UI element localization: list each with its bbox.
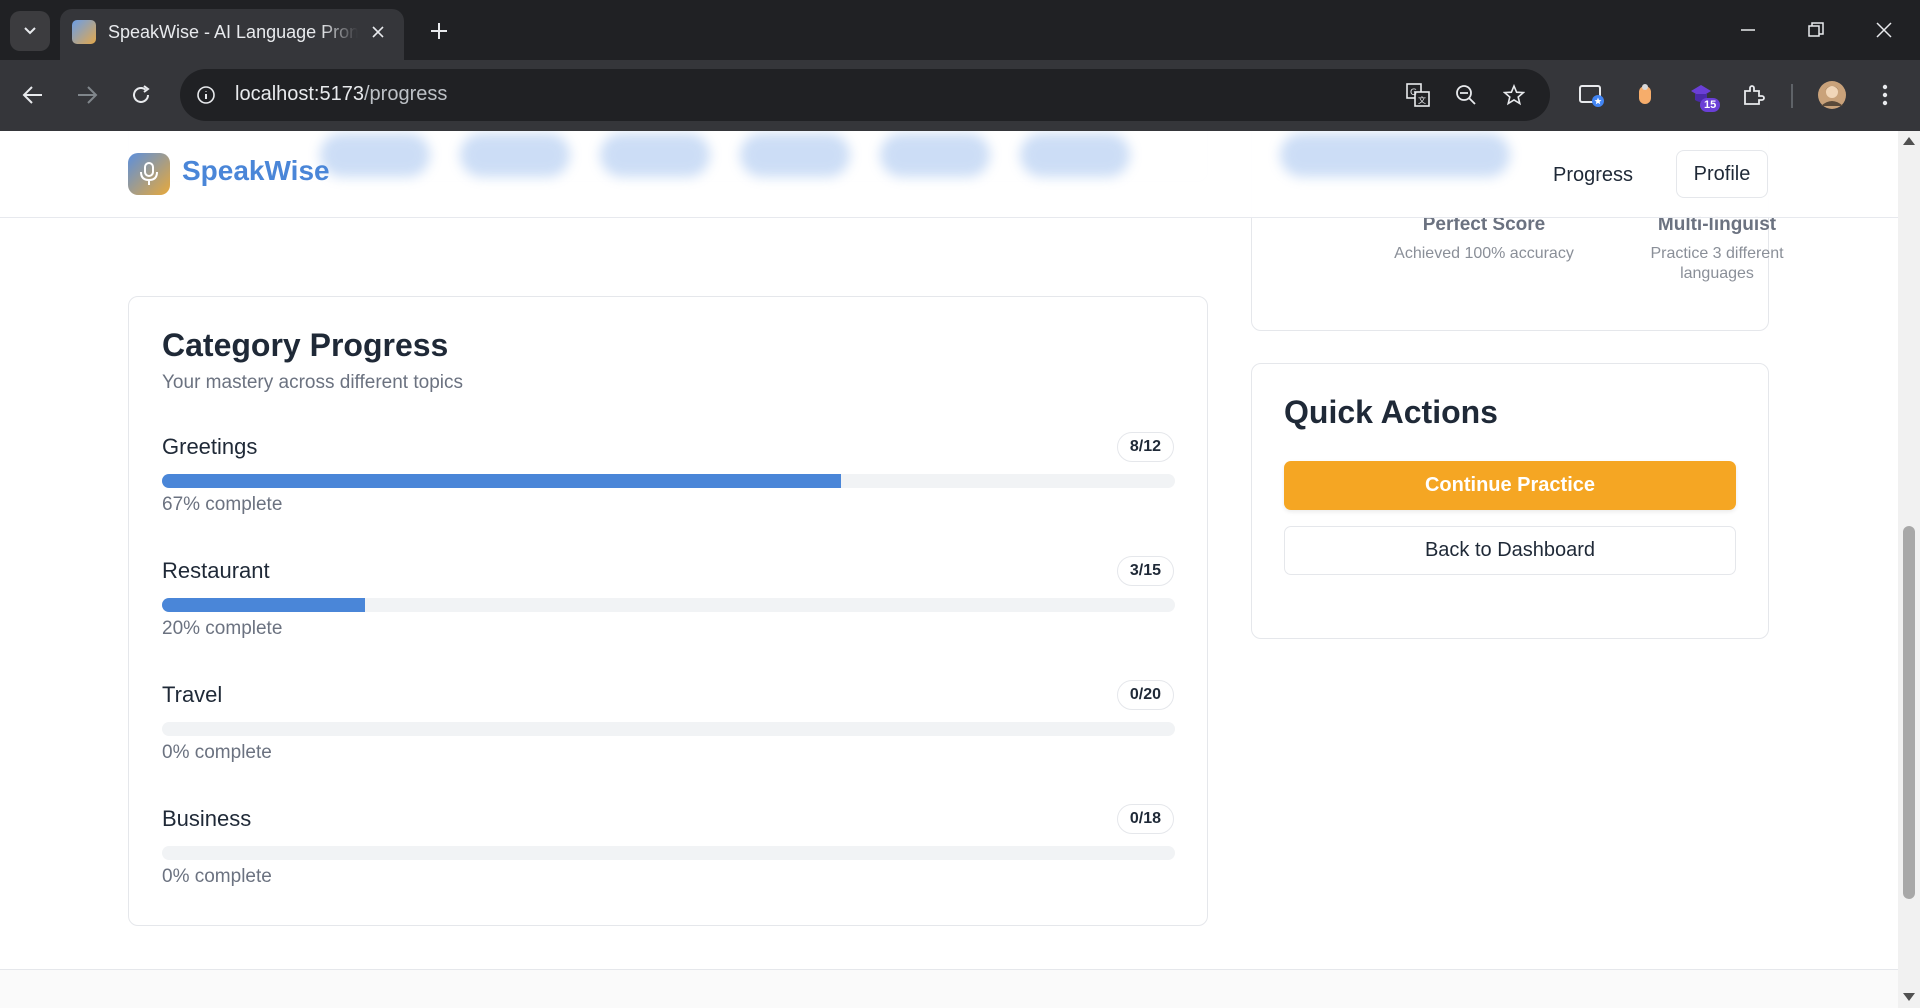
category-progress-subtitle: Your mastery across different topics — [162, 372, 463, 393]
app-logo-text[interactable]: SpeakWise — [182, 155, 330, 187]
continue-practice-button[interactable]: Continue Practice — [1284, 461, 1736, 510]
nav-profile-button[interactable]: Profile — [1676, 150, 1768, 198]
category-progress-bar — [162, 846, 1175, 860]
minimize-button[interactable] — [1722, 8, 1774, 52]
browser-menu-icon[interactable] — [1868, 78, 1902, 112]
category-count-badge: 0/20 — [1116, 680, 1174, 710]
category-name: Greetings — [162, 434, 258, 459]
achievement-desc: Achieved 100% accuracy — [1394, 245, 1574, 262]
category-progress-card: Category Progress Your mastery across di… — [128, 296, 1208, 926]
scrollbar-thumb[interactable] — [1903, 526, 1915, 899]
category-progress-bar — [162, 722, 1175, 736]
page-footer — [0, 970, 1898, 1008]
tab-search-button[interactable] — [10, 11, 50, 51]
category-count-badge: 8/12 — [1116, 432, 1174, 462]
progress-bar-fill — [162, 598, 365, 612]
quick-actions-title: Quick Actions — [1284, 394, 1498, 430]
restore-button[interactable] — [1790, 8, 1842, 52]
reload-button[interactable] — [122, 76, 160, 114]
category-progress-bar — [162, 598, 1175, 612]
category-progress-bar — [162, 474, 1175, 488]
app-header: SpeakWise Progress Profile — [0, 131, 1898, 218]
svg-text:文: 文 — [1418, 95, 1426, 105]
microphone-logo-icon[interactable] — [128, 153, 170, 195]
arrow-right-icon — [78, 86, 98, 104]
progress-bar-fill — [162, 474, 841, 488]
achievement-perfect-score: Perfect Score Achieved 100% accuracy — [1394, 214, 1574, 264]
forward-button[interactable] — [68, 76, 106, 114]
site-info-icon[interactable] — [192, 81, 220, 109]
extension-orange-icon[interactable] — [1628, 78, 1662, 112]
achievement-desc: Practice 3 different languages — [1650, 245, 1784, 282]
zoom-out-icon[interactable] — [1452, 81, 1480, 109]
plus-icon — [431, 23, 447, 39]
tab-close-button[interactable] — [366, 20, 390, 44]
category-count-badge: 3/15 — [1116, 556, 1174, 586]
quick-actions-card: Quick Actions Continue Practice Back to … — [1251, 363, 1769, 639]
extensions-puzzle-icon[interactable] — [1736, 78, 1770, 112]
category-name: Restaurant — [162, 558, 270, 583]
translate-icon[interactable]: G文 — [1404, 81, 1432, 109]
restore-icon — [1808, 22, 1824, 37]
category-percent-label: 0% complete — [162, 866, 272, 887]
scroll-down-arrow-icon[interactable] — [1903, 993, 1915, 1001]
profile-avatar-icon[interactable] — [1815, 78, 1849, 112]
url-text[interactable]: localhost:5173/progress — [235, 83, 447, 106]
toolbar-separator — [1791, 84, 1793, 108]
back-button[interactable] — [14, 76, 52, 114]
category-count-badge: 0/18 — [1116, 804, 1174, 834]
close-icon — [372, 26, 384, 38]
extension-badge-count: 15 — [1700, 98, 1721, 112]
minimize-icon — [1741, 29, 1755, 31]
category-percent-label: 0% complete — [162, 742, 272, 763]
category-name: Business — [162, 806, 252, 831]
svg-text:G: G — [1410, 88, 1417, 98]
extension-windows-icon[interactable] — [1574, 78, 1608, 112]
category-progress-title: Category Progress — [162, 327, 449, 363]
browser-toolbar: localhost:5173/progress G文 15 — [0, 60, 1920, 131]
reload-icon — [133, 85, 150, 103]
nav-progress-link[interactable]: Progress — [1538, 151, 1648, 199]
browser-tab-bar: SpeakWise - AI Language Pronunciation — [0, 0, 1920, 60]
arrow-left-icon — [22, 86, 42, 104]
url-host: localhost:5173 — [235, 83, 364, 105]
chevron-down-icon — [24, 27, 36, 35]
category-percent-label: 67% complete — [162, 494, 283, 515]
blurred-background — [300, 131, 1510, 191]
scroll-up-arrow-icon[interactable] — [1903, 137, 1915, 145]
new-tab-button[interactable] — [422, 14, 456, 48]
close-icon — [1876, 22, 1892, 38]
microphone-favicon-icon — [72, 20, 96, 44]
page-scrollbar[interactable] — [1898, 131, 1920, 1008]
bookmark-star-icon[interactable] — [1500, 81, 1528, 109]
back-to-dashboard-button[interactable]: Back to Dashboard — [1284, 526, 1736, 575]
address-bar[interactable]: localhost:5173/progress G文 — [180, 69, 1550, 121]
category-percent-label: 20% complete — [162, 618, 283, 639]
page-viewport: Perfect Score Achieved 100% accuracy Mul… — [0, 131, 1898, 1008]
tab-title: SpeakWise - AI Language Pronunciation — [108, 22, 358, 42]
achievement-multi-linguist: Multi-linguist Practice 3 different lang… — [1627, 214, 1807, 284]
close-window-button[interactable] — [1858, 8, 1910, 52]
browser-tab[interactable]: SpeakWise - AI Language Pronunciation — [60, 9, 404, 60]
extension-badge-icon[interactable]: 15 — [1684, 78, 1721, 112]
url-path: /progress — [363, 83, 448, 105]
category-name: Travel — [162, 682, 223, 707]
